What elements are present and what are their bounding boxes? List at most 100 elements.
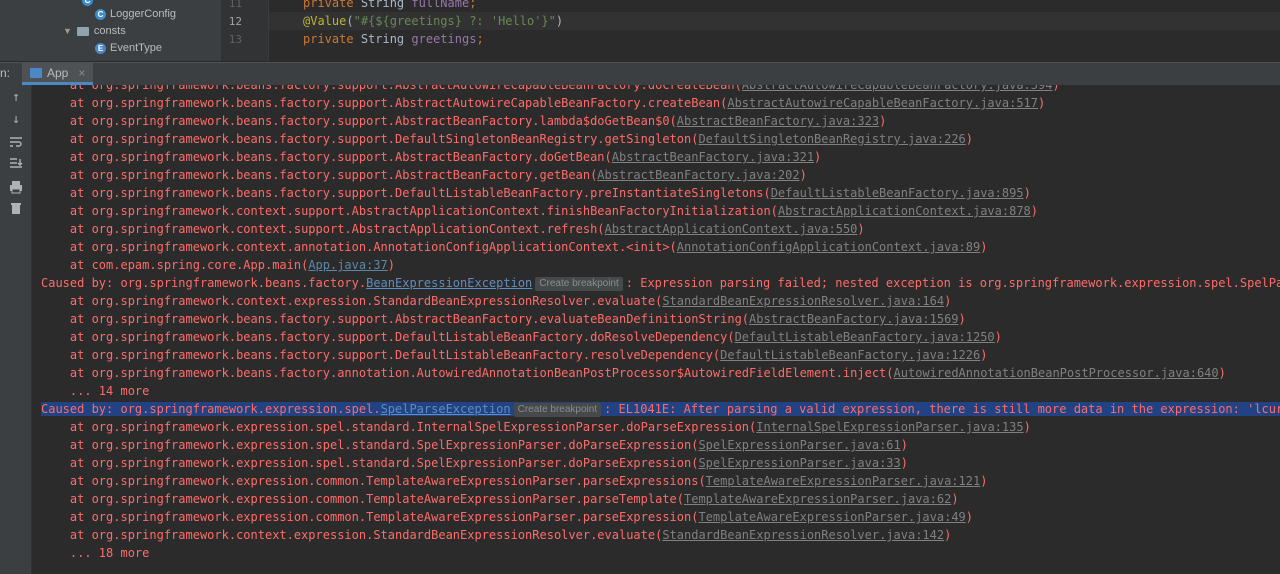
- console-text: ): [1052, 85, 1060, 92]
- tree-item-eventtype[interactable]: E EventType: [95, 40, 162, 56]
- source-link[interactable]: AbstractApplicationContext.java:878: [778, 204, 1031, 218]
- console-stack-line[interactable]: at org.springframework.expression.common…: [41, 508, 973, 526]
- source-link[interactable]: TemplateAwareExpressionParser.java:121: [706, 474, 981, 488]
- exception-link[interactable]: BeanExpressionException: [366, 276, 532, 290]
- console-stack-line[interactable]: at org.springframework.context.annotatio…: [41, 238, 988, 256]
- source-link[interactable]: AbstractAutowireCapableBeanFactory.java:…: [727, 96, 1038, 110]
- console-text: ... 14 more: [41, 384, 150, 398]
- source-link[interactable]: InternalSpelExpressionParser.java:135: [756, 420, 1023, 434]
- run-tool-window-header: n: App ×: [0, 62, 1280, 86]
- source-link[interactable]: StandardBeanExpressionResolver.java:142: [662, 528, 944, 542]
- console-stack-line[interactable]: at org.springframework.beans.factory.sup…: [41, 166, 807, 184]
- console-stack-line[interactable]: at org.springframework.beans.factory.sup…: [41, 310, 966, 328]
- tree-item-label: EventType: [110, 42, 162, 54]
- console-stack-line[interactable]: at org.springframework.expression.common…: [41, 490, 959, 508]
- keyword: private: [303, 32, 354, 46]
- console-stack-line[interactable]: at org.springframework.context.expressio…: [41, 292, 951, 310]
- source-link[interactable]: DefaultListableBeanFactory.java:1250: [735, 330, 995, 344]
- console-stack-line[interactable]: at org.springframework.context.support.A…: [41, 202, 1038, 220]
- source-link[interactable]: StandardBeanExpressionResolver.java:164: [662, 294, 944, 308]
- console-stack-line[interactable]: ... 18 more: [41, 544, 149, 562]
- console-stack-line[interactable]: at org.springframework.expression.spel.s…: [41, 418, 1031, 436]
- console-text: at org.springframework.beans.factory.ann…: [41, 366, 894, 380]
- package-icon: [76, 26, 89, 36]
- field-name: fullName: [411, 0, 470, 10]
- line-number: 12: [228, 15, 242, 28]
- console-stack-line[interactable]: at org.springframework.beans.factory.sup…: [41, 94, 1045, 112]
- code-editor[interactable]: private String fullName; @Value("#{${gre…: [269, 0, 1280, 61]
- source-link[interactable]: SpelExpressionParser.java:61: [698, 438, 900, 452]
- exception-link[interactable]: SpelParseException: [381, 402, 511, 416]
- print-icon[interactable]: [8, 180, 24, 196]
- code-line[interactable]: private String fullName;: [303, 0, 476, 12]
- console-text: at org.springframework.expression.spel.s…: [41, 420, 757, 434]
- tab-app[interactable]: App ×: [22, 63, 94, 85]
- tree-item-loggerconfig[interactable]: C LoggerConfig: [95, 6, 176, 22]
- console-text: at org.springframework.beans.factory.sup…: [41, 312, 750, 326]
- console-text: at org.springframework.beans.factory.sup…: [41, 85, 742, 92]
- console-text: ): [1023, 420, 1031, 434]
- source-link[interactable]: SpelExpressionParser.java:33: [698, 456, 900, 470]
- selected-text: Caused by: org.springframework.expressio…: [41, 402, 1280, 417]
- scroll-to-end-icon[interactable]: [8, 157, 24, 173]
- source-link[interactable]: AbstractBeanFactory.java:202: [597, 168, 799, 182]
- console-stack-line[interactable]: at org.springframework.beans.factory.sup…: [41, 346, 988, 364]
- console-toolbar: ↑ ↓: [0, 85, 32, 574]
- chevron-down-icon[interactable]: ▼: [63, 23, 72, 39]
- console-stack-line[interactable]: at org.springframework.context.expressio…: [41, 526, 951, 544]
- console-stack-line[interactable]: ... 14 more: [41, 382, 149, 400]
- console-stack-line[interactable]: at org.springframework.beans.factory.sup…: [41, 85, 1060, 94]
- source-link[interactable]: DefaultSingletonBeanRegistry.java:226: [698, 132, 965, 146]
- source-link[interactable]: DefaultListableBeanFactory.java:895: [771, 186, 1024, 200]
- semicolon: ;: [469, 0, 477, 10]
- arrow-up-icon[interactable]: ↑: [8, 90, 24, 106]
- soft-wrap-icon[interactable]: [8, 135, 24, 151]
- source-link[interactable]: TemplateAwareExpressionParser.java:62: [684, 492, 951, 506]
- string-literal: "#{${greetings} ?: 'Hello'}": [353, 14, 556, 28]
- console-stack-line[interactable]: at org.springframework.expression.spel.s…: [41, 454, 908, 472]
- console-text: at org.springframework.context.expressio…: [41, 294, 663, 308]
- create-breakpoint-button[interactable]: Create breakpoint: [535, 277, 623, 291]
- code-line[interactable]: @Value("#{${greetings} ?: 'Hello'}"): [303, 12, 563, 30]
- source-link[interactable]: AbstractBeanFactory.java:1569: [749, 312, 959, 326]
- tree-item-consts[interactable]: ▼ consts: [63, 23, 126, 39]
- code-line[interactable]: private String greetings;: [303, 30, 484, 48]
- console-stack-line[interactable]: at org.springframework.expression.common…: [41, 472, 988, 490]
- source-link[interactable]: AutowiredAnnotationBeanPostProcessor.jav…: [894, 366, 1219, 380]
- create-breakpoint-button[interactable]: Create breakpoint: [513, 403, 602, 417]
- console-stack-line[interactable]: at org.springframework.beans.factory.sup…: [41, 148, 821, 166]
- close-icon[interactable]: ×: [78, 66, 85, 80]
- console-output[interactable]: at org.springframework.beans.factory.sup…: [32, 85, 1280, 574]
- console-stack-line[interactable]: at org.springframework.beans.factory.ann…: [41, 364, 1226, 382]
- trash-icon[interactable]: [8, 201, 24, 217]
- console-caused-by-line[interactable]: Caused by: org.springframework.beans.fac…: [41, 274, 1280, 292]
- source-link[interactable]: App.java:37: [308, 258, 387, 272]
- source-link[interactable]: TemplateAwareExpressionParser.java:49: [698, 510, 965, 524]
- console-text: ): [900, 456, 908, 470]
- console-text: ): [944, 294, 952, 308]
- source-link[interactable]: AbstractBeanFactory.java:323: [677, 114, 879, 128]
- console-stack-line[interactable]: at org.springframework.beans.factory.sup…: [41, 328, 1002, 346]
- console-text: ): [879, 114, 887, 128]
- source-link[interactable]: DefaultListableBeanFactory.java:1226: [720, 348, 980, 362]
- console-text: ): [965, 510, 973, 524]
- tab-label: App: [47, 65, 69, 80]
- console-stack-line[interactable]: at org.springframework.context.support.A…: [41, 220, 865, 238]
- console-stack-line[interactable]: at org.springframework.beans.factory.sup…: [41, 112, 886, 130]
- source-link[interactable]: AbstractApplicationContext.java:550: [605, 222, 858, 236]
- arrow-down-icon[interactable]: ↓: [8, 112, 24, 128]
- console-text: at org.springframework.context.support.A…: [41, 204, 778, 218]
- paren: ): [555, 14, 564, 28]
- source-link[interactable]: AbstractBeanFactory.java:321: [612, 150, 814, 164]
- console-stack-line[interactable]: at org.springframework.beans.factory.sup…: [41, 184, 1031, 202]
- source-link[interactable]: AnnotationConfigApplicationContext.java:…: [677, 240, 980, 254]
- source-link[interactable]: AbstractAutowireCapableBeanFactory.java:…: [742, 85, 1053, 92]
- console-text: at org.springframework.beans.factory.sup…: [41, 132, 699, 146]
- console-text: at org.springframework.beans.factory.sup…: [41, 96, 728, 110]
- console-text: at com.epam.spring.core.App.main(: [41, 258, 309, 272]
- console-stack-line[interactable]: at org.springframework.expression.spel.s…: [41, 436, 908, 454]
- console-caused-by-line[interactable]: Caused by: org.springframework.expressio…: [41, 400, 1280, 418]
- console-stack-line[interactable]: at com.epam.spring.core.App.main(App.jav…: [41, 256, 395, 274]
- console-stack-line[interactable]: at org.springframework.beans.factory.sup…: [41, 130, 973, 148]
- console-text: ): [1030, 204, 1039, 218]
